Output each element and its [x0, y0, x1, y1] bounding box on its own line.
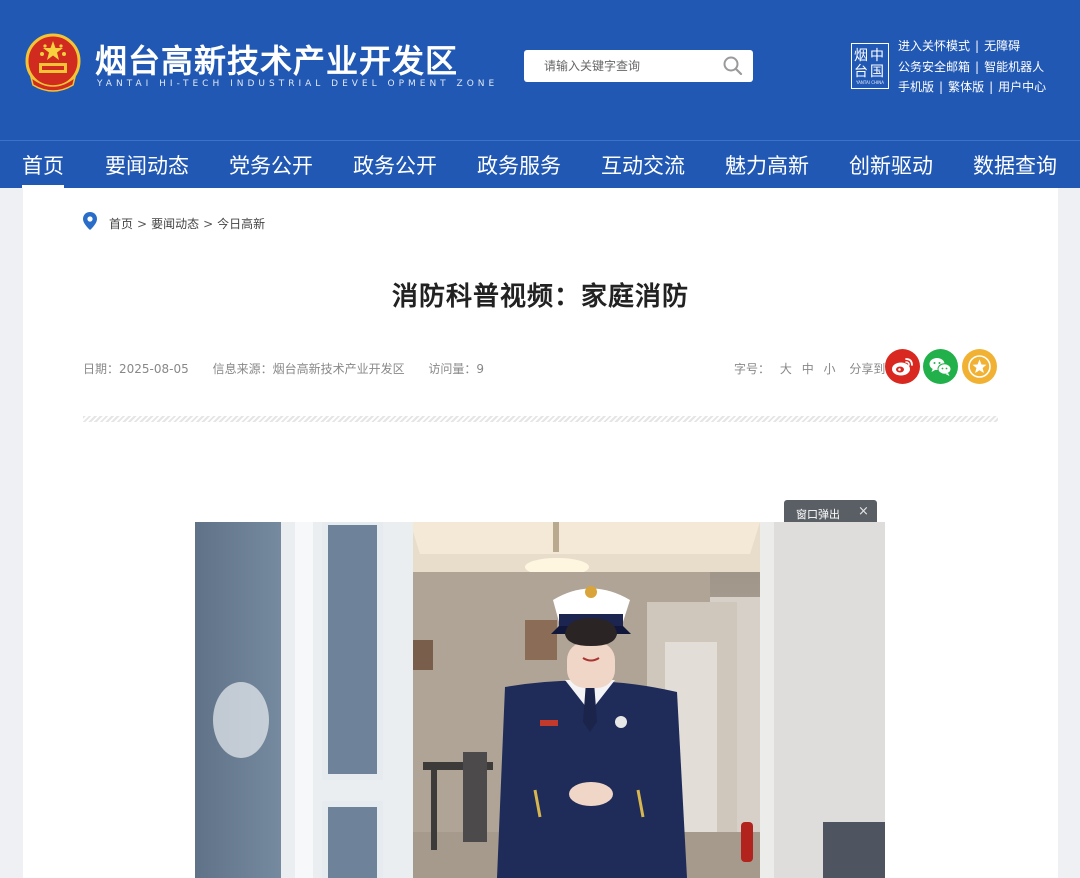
care-mode-link[interactable]: 进入关怀模式 — [898, 39, 970, 53]
robot-link[interactable]: 智能机器人 — [984, 60, 1044, 74]
share-wechat-button[interactable] — [923, 349, 958, 384]
site-title[interactable]: 烟台高新技术产业开发区 — [95, 36, 458, 82]
national-emblem-icon — [25, 33, 81, 92]
seal-subtext: YANTAI CHINA — [856, 80, 884, 85]
article-panel: 首页 > 要闻动态 > 今日高新 消防科普视频：家庭消防 日期：2025-08-05 信… — [23, 188, 1058, 878]
separator: | — [975, 59, 980, 74]
site-header: 烟台高新技术产业开发区 YANTAI HI-TECH INDUSTRIAL DE… — [0, 0, 1080, 140]
search-icon[interactable] — [721, 55, 745, 77]
favorite-button[interactable] — [962, 349, 997, 384]
user-center-link[interactable]: 用户中心 — [998, 80, 1046, 94]
share-weibo-button[interactable] — [885, 349, 920, 384]
main-nav: 首页 要闻动态 党务公开 政务公开 政务服务 互动交流 魅力高新 创新驱动 数据… — [0, 140, 1080, 188]
breadcrumb-news[interactable]: 要闻动态 — [151, 217, 199, 231]
accessibility-link[interactable]: 无障碍 — [984, 39, 1020, 53]
search-box — [524, 50, 753, 82]
article-title: 消防科普视频：家庭消防 — [391, 282, 689, 312]
nav-item-data-query[interactable]: 数据查询 — [973, 150, 1057, 180]
site-subtitle: YANTAI HI-TECH INDUSTRIAL DEVEL OPMENT Z… — [97, 79, 499, 89]
breadcrumb-today[interactable]: 今日高新 — [217, 217, 265, 231]
star-icon — [968, 355, 991, 378]
popout-label: 窗口弹出 — [796, 508, 840, 521]
divider — [83, 416, 998, 422]
weibo-icon — [892, 358, 913, 376]
yantai-china-seal-logo: 烟中台国 YANTAI CHINA — [851, 43, 889, 89]
font-medium-button[interactable]: 中 — [802, 362, 814, 376]
nav-item-news[interactable]: 要闻动态 — [105, 150, 189, 180]
nav-item-charm[interactable]: 魅力高新 — [725, 150, 809, 180]
quick-links: 进入关怀模式 | 无障碍 公务安全邮箱 | 智能机器人 手机版 | 繁体版 | 用户中心 — [898, 36, 1070, 98]
article-date: 日期：2025-08-05 — [83, 362, 189, 376]
separator: | — [975, 39, 980, 53]
traditional-version-link[interactable]: 繁体版 — [948, 80, 984, 94]
breadcrumb-separator: > — [203, 217, 214, 231]
font-small-button[interactable]: 小 — [824, 362, 836, 376]
font-size-label: 字号： — [734, 362, 771, 376]
nav-item-innovation[interactable]: 创新驱动 — [849, 150, 933, 180]
mobile-version-link[interactable]: 手机版 — [898, 80, 934, 94]
wechat-icon — [929, 358, 952, 376]
article-tools: 字号： 大 中 小 分享到： — [734, 360, 897, 377]
seal-text: 烟中台国 — [854, 48, 886, 80]
location-pin-icon — [83, 212, 97, 230]
nav-item-government-affairs[interactable]: 政务公开 — [353, 150, 437, 180]
nav-item-home[interactable]: 首页 — [22, 150, 64, 188]
breadcrumb-home[interactable]: 首页 — [109, 217, 133, 231]
video-player[interactable] — [195, 522, 885, 878]
search-input[interactable] — [534, 50, 714, 82]
article-source: 信息来源：烟台高新技术产业开发区 — [212, 362, 405, 376]
official-mail-link[interactable]: 公务安全邮箱 — [898, 60, 970, 74]
nav-item-interaction[interactable]: 互动交流 — [601, 150, 685, 180]
breadcrumb-separator: > — [137, 217, 148, 231]
font-large-button[interactable]: 大 — [780, 362, 792, 376]
separator: | — [989, 80, 994, 94]
nav-item-party-affairs[interactable]: 党务公开 — [229, 150, 313, 180]
article-meta: 日期：2025-08-05 信息来源：烟台高新技术产业开发区 访问量：9 — [83, 360, 504, 377]
nav-item-government-services[interactable]: 政务服务 — [477, 150, 561, 180]
video-frame-image — [195, 522, 885, 878]
article-views: 访问量：9 — [428, 362, 485, 376]
separator: | — [939, 80, 944, 94]
close-icon[interactable]: × — [858, 504, 869, 519]
